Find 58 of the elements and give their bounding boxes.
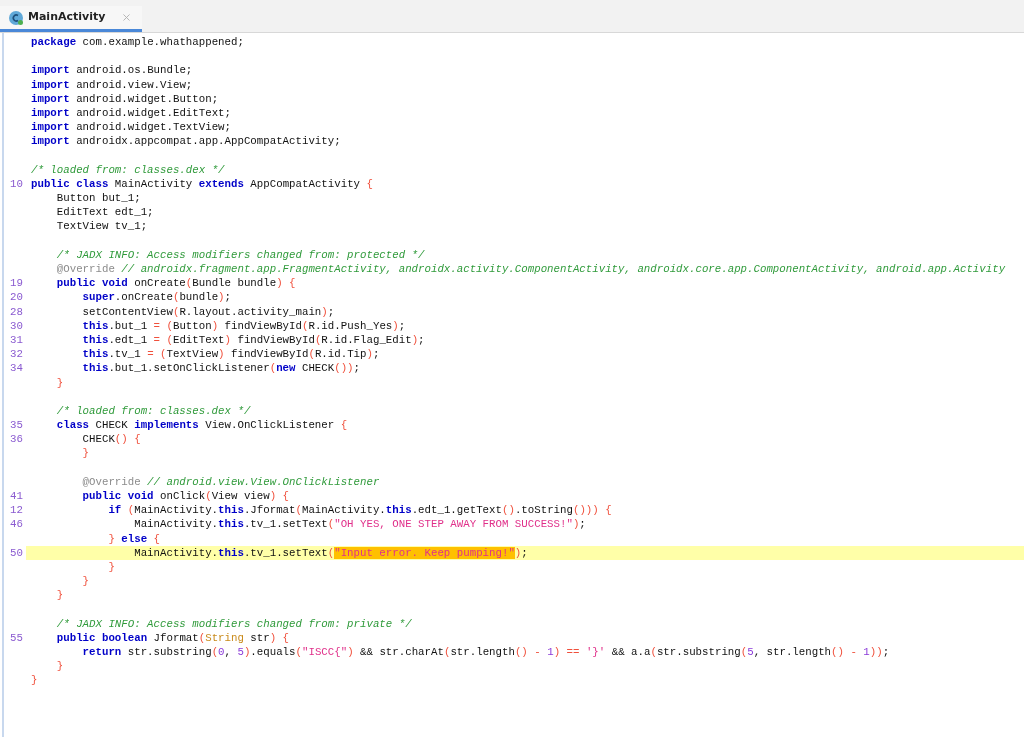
- line-number: 19: [10, 276, 23, 291]
- code-line: super.onCreate(bundle);: [82, 290, 231, 305]
- code-line: @Override // android.view.View.OnClickListener: [82, 474, 380, 489]
- code-line: if (MainActivity.this.Jformat(MainActivity.this.edt_1.getText().toString())) {: [108, 503, 612, 518]
- code-line: }: [56, 659, 64, 674]
- line-number: 10: [10, 176, 23, 192]
- code-line: import android.widget.TextView;: [31, 120, 231, 135]
- code-line: this.but_1.setOnClickListener(new CHECK());: [82, 361, 361, 376]
- code-line: MainActivity.this.tv_1.setText("Input error. Keep pumping!");: [134, 545, 528, 560]
- code-line: public void onCreate(Bundle bundle) {: [56, 276, 296, 291]
- line-number: 55: [10, 630, 23, 646]
- code-line: Button but_1;: [56, 191, 141, 206]
- code-line: } else {: [108, 531, 160, 546]
- code-line: @Override // androidx.fragment.app.FragmentActivity, androidx.activity.ComponentActivity, androidx.core.app.ComponentActivity, android.app.Activity: [56, 262, 1006, 277]
- line-number: 32: [10, 347, 23, 362]
- line-number: 35: [10, 418, 23, 433]
- code-line: CHECK() {: [82, 432, 141, 447]
- code-line: package com.example.whathappened;: [31, 35, 244, 50]
- code-line: this.tv_1 = (TextView) findViewById(R.id.Tip);: [82, 347, 380, 362]
- code-line: setContentView(R.layout.activity_main);: [82, 304, 335, 319]
- code-line: /* JADX INFO: Access modifiers changed from: protected */: [56, 247, 425, 262]
- code-line: return str.substring(0, 5).equals("ISCC{") && str.charAt(str.length() - 1) == '}' && a.a(str.substring(5, str.length() - 1));: [82, 645, 890, 660]
- line-number: 34: [10, 361, 23, 376]
- line-number: 50: [10, 545, 23, 560]
- code-line: import android.os.Bundle;: [31, 63, 193, 78]
- close-icon[interactable]: [121, 12, 133, 23]
- code-line: /* loaded from: classes.dex */: [56, 403, 251, 419]
- code-line: class CHECK implements View.OnClickListener {: [56, 418, 348, 433]
- class-icon: [8, 9, 24, 26]
- code-line: /* JADX INFO: Access modifiers changed from: private */: [56, 616, 412, 631]
- code-line: }: [82, 446, 90, 461]
- code-line: public class MainActivity extends AppCompatActivity {: [31, 176, 373, 192]
- editor-tab[interactable]: MainActivity: [0, 6, 142, 32]
- line-number: 28: [10, 304, 23, 319]
- code-line: this.edt_1 = (EditText) findViewById(R.id.Flag_Edit);: [82, 332, 425, 348]
- line-number: 46: [10, 517, 23, 532]
- code-line: }: [82, 574, 90, 589]
- code-line: public void onClick(View view) {: [82, 489, 290, 504]
- code-line: import androidx.appcompat.app.AppCompatActivity;: [31, 134, 341, 149]
- code-line: }: [108, 559, 115, 575]
- code-line: public boolean Jformat(String str) {: [56, 630, 290, 646]
- line-number: 12: [10, 503, 23, 518]
- code-line: this.but_1 = (Button) findViewById(R.id.Push_Yes);: [82, 318, 406, 333]
- code-line: TextView tv_1;: [56, 219, 148, 234]
- code-line: }: [31, 673, 38, 688]
- code-line: import android.widget.Button;: [31, 91, 219, 106]
- line-number: 36: [10, 432, 23, 447]
- line-number: 41: [10, 489, 23, 504]
- code-line: EditText edt_1;: [56, 205, 154, 220]
- code-line: }: [56, 588, 64, 603]
- code-line: }: [56, 375, 64, 390]
- code-line: /* loaded from: classes.dex */: [31, 162, 225, 177]
- code-line: import android.widget.EditText;: [31, 105, 231, 121]
- line-number: 30: [10, 318, 23, 333]
- line-number: 20: [10, 290, 23, 305]
- code-line: import android.view.View;: [31, 77, 193, 92]
- line-number: 31: [10, 332, 23, 348]
- code-line: MainActivity.this.tv_1.setText("OH YES, ONE STEP AWAY FROM SUCCESS!");: [134, 517, 586, 532]
